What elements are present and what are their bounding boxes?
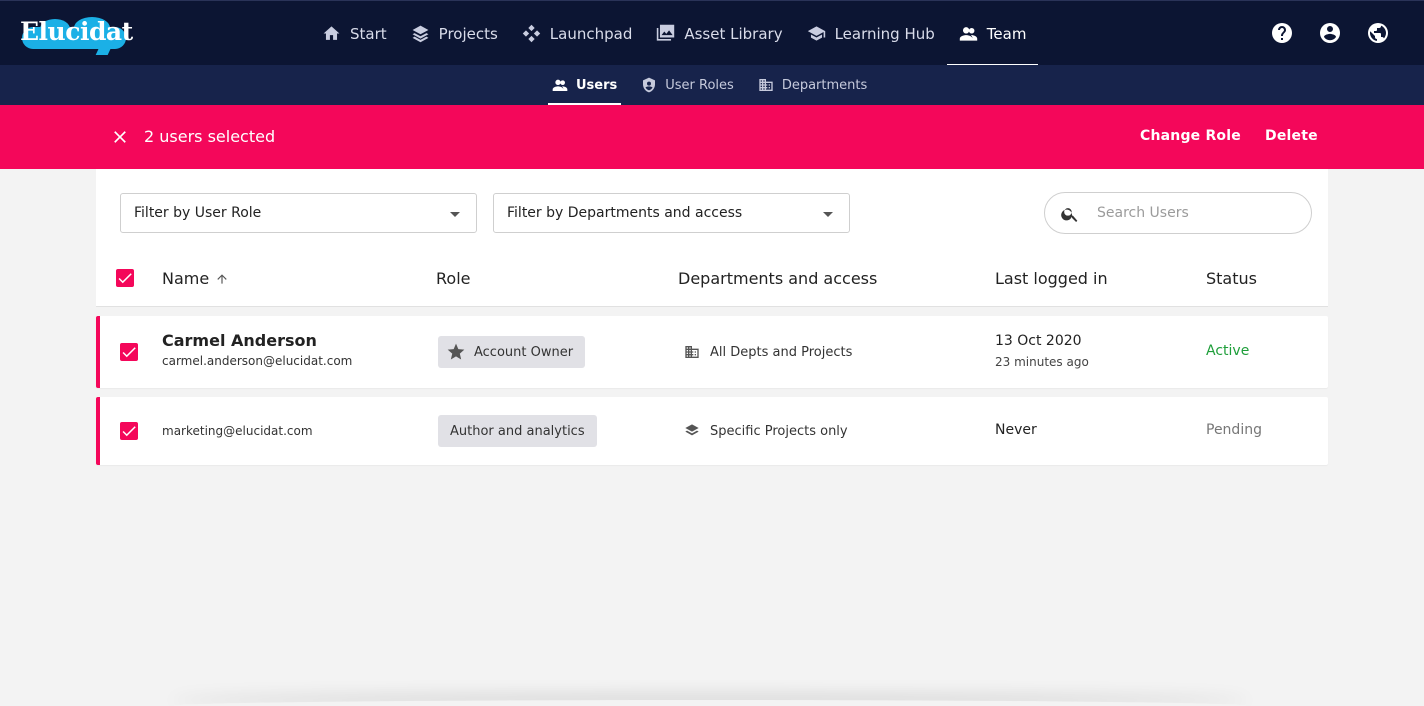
- user-name: Carmel Anderson: [162, 331, 317, 350]
- subnav-item-label: User Roles: [665, 77, 734, 93]
- shield-icon: [643, 77, 656, 93]
- bottom-shadow: [170, 700, 1250, 706]
- sort-ascending-icon: [215, 271, 229, 290]
- department-access-label: All Depts and Projects: [710, 344, 853, 360]
- department-access: Specific Projects only: [684, 423, 848, 439]
- nav-item-label: Launchpad: [549, 24, 633, 43]
- search-box: [1044, 192, 1312, 234]
- caret-down-icon: [450, 212, 460, 217]
- caret-down-icon: [823, 212, 833, 217]
- user-email: marketing@elucidat.com: [162, 424, 313, 438]
- delete-button[interactable]: Delete: [1265, 128, 1318, 144]
- last-logged-in-relative: 23 minutes ago: [995, 355, 1089, 369]
- nav-item-launchpad[interactable]: Launchpad: [510, 1, 645, 66]
- close-selection-button[interactable]: [110, 127, 130, 147]
- launchpad-icon: [522, 24, 541, 43]
- user-email: carmel.anderson@elucidat.com: [162, 354, 353, 368]
- row-checkbox[interactable]: [120, 422, 138, 440]
- nav-item-label: Start: [350, 24, 387, 43]
- column-header-role: Role: [436, 269, 471, 288]
- check-icon: [118, 273, 132, 284]
- logo-wordmark: Elucidat: [20, 17, 133, 46]
- sub-navigation-bar: Users User Roles Departments: [0, 65, 1424, 105]
- main-nav: Start Projects Launchpad Asset Library L…: [310, 1, 1039, 66]
- subnav-item-user-roles[interactable]: User Roles: [637, 65, 738, 105]
- selected-count: 2 users selected: [144, 127, 276, 146]
- subnav-item-label: Departments: [781, 77, 868, 93]
- column-header-name-label: Name: [162, 269, 210, 288]
- account-icon[interactable]: [1318, 21, 1342, 45]
- people-icon: [552, 79, 568, 91]
- selection-action-bar: 2 users selected Change Role Delete: [0, 105, 1424, 169]
- role-badge-label: Account Owner: [474, 344, 574, 360]
- filter-departments-select[interactable]: Filter by Departments and access: [493, 193, 850, 233]
- utility-nav: [1270, 21, 1390, 45]
- check-icon: [122, 347, 136, 358]
- search-icon: [1061, 208, 1078, 222]
- status-badge: Active: [1206, 343, 1250, 359]
- nav-item-projects[interactable]: Projects: [399, 1, 510, 66]
- globe-icon[interactable]: [1366, 21, 1390, 45]
- row-checkbox[interactable]: [120, 343, 138, 361]
- search-users-input[interactable]: [1097, 203, 1297, 223]
- role-badge: Author and analytics: [438, 415, 597, 447]
- nav-item-team[interactable]: Team: [946, 1, 1039, 66]
- layers-icon: [412, 25, 429, 43]
- images-icon: [657, 24, 675, 41]
- column-header-status: Status: [1206, 269, 1257, 288]
- nav-item-label: Learning Hub: [834, 24, 935, 43]
- department-access: All Depts and Projects: [684, 344, 852, 360]
- nav-item-learning-hub[interactable]: Learning Hub: [795, 1, 947, 66]
- subnav-item-departments[interactable]: Departments: [754, 65, 871, 105]
- close-icon: [114, 131, 126, 143]
- people-icon: [959, 27, 977, 41]
- nav-item-label: Projects: [438, 24, 498, 43]
- table-row[interactable]: marketing@elucidat.com Author and analyt…: [96, 397, 1328, 465]
- home-icon: [323, 26, 340, 40]
- filter-departments-label: Filter by Departments and access: [507, 205, 743, 221]
- building-icon: [685, 346, 699, 358]
- department-access-label: Specific Projects only: [710, 423, 848, 439]
- nav-item-start[interactable]: Start: [310, 1, 399, 66]
- user-list-header-panel: Filter by User Role Filter by Department…: [96, 169, 1328, 307]
- role-badge: Account Owner: [438, 336, 586, 368]
- subnav-item-label: Users: [576, 77, 618, 93]
- table-row[interactable]: Carmel Anderson carmel.anderson@elucidat…: [96, 316, 1328, 388]
- check-icon: [122, 426, 136, 437]
- building-icon: [759, 79, 773, 91]
- last-logged-in-date: 13 Oct 2020: [995, 333, 1082, 349]
- status-badge: Pending: [1206, 422, 1262, 438]
- filter-user-role-select[interactable]: Filter by User Role: [120, 193, 477, 233]
- column-header-name[interactable]: Name: [162, 269, 229, 290]
- subnav-item-users[interactable]: Users: [548, 65, 622, 105]
- help-icon[interactable]: [1270, 21, 1294, 45]
- elucidat-logo[interactable]: Elucidat: [20, 15, 133, 55]
- nav-item-asset-library[interactable]: Asset Library: [644, 1, 794, 66]
- column-header-departments: Departments and access: [678, 269, 878, 288]
- top-navigation-bar: Elucidat Start Projects Launchpad Asset …: [0, 0, 1424, 66]
- graduation-cap-icon: [807, 26, 825, 41]
- nav-item-label: Team: [986, 24, 1027, 43]
- last-logged-in-date: Never: [995, 422, 1037, 438]
- filter-user-role-label: Filter by User Role: [134, 205, 262, 221]
- column-header-last-logged-in: Last logged in: [995, 269, 1108, 288]
- role-badge-label: Author and analytics: [450, 423, 585, 439]
- star-icon: [447, 343, 465, 360]
- layers-icon: [685, 424, 699, 436]
- change-role-button[interactable]: Change Role: [1140, 128, 1241, 144]
- nav-item-label: Asset Library: [684, 24, 783, 43]
- select-all-checkbox[interactable]: [116, 269, 134, 287]
